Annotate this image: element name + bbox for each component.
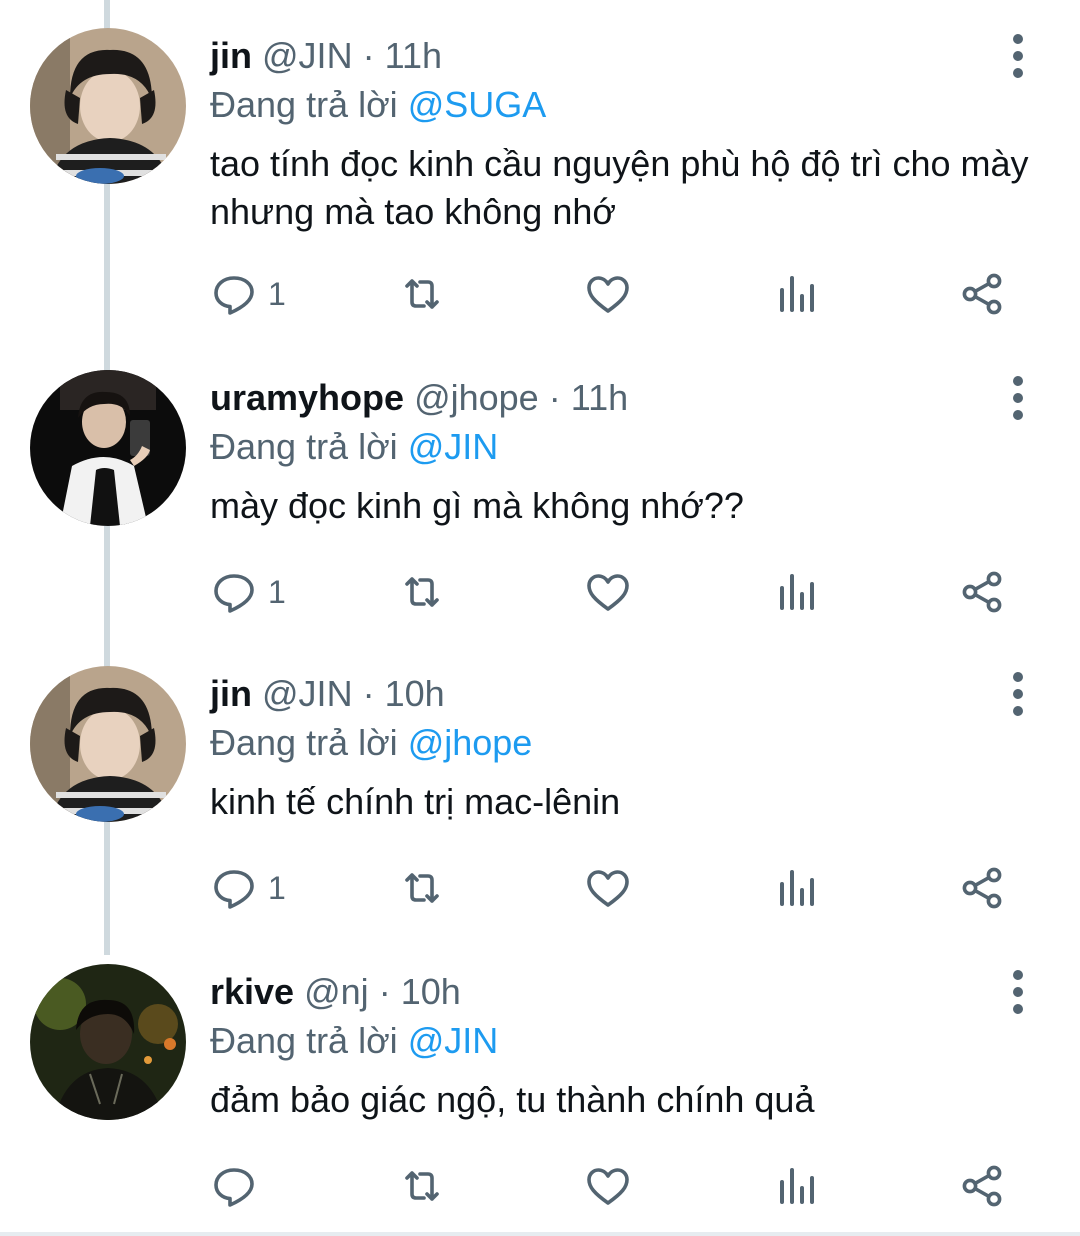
like-button[interactable]	[584, 562, 632, 622]
analytics-button[interactable]	[772, 1156, 820, 1216]
tweet-text: tao tính đọc kinh cầu nguyện phù hộ độ t…	[210, 143, 1029, 232]
retweet-button[interactable]	[398, 562, 446, 622]
avatar[interactable]	[30, 28, 186, 184]
reply-button[interactable]	[210, 1156, 268, 1216]
tweet-header: jin @JIN · 10h	[210, 666, 445, 722]
action-bar: 1	[0, 858, 1080, 918]
analytics-button[interactable]	[772, 562, 820, 622]
tweet-header: uramyhope @jhope · 11h	[210, 370, 628, 426]
reply-icon	[214, 276, 254, 315]
mention-link[interactable]: @jhope	[408, 722, 533, 763]
mention-link[interactable]: @JIN	[408, 1020, 499, 1061]
reply-count: 1	[268, 275, 286, 312]
retweet-icon	[405, 279, 439, 309]
retweet-button[interactable]	[398, 858, 446, 918]
action-bar	[0, 1156, 1080, 1216]
mention-link[interactable]: @JIN	[408, 426, 499, 467]
tweet-text: đảm bảo giác ngộ, tu thành chính quả	[210, 1079, 815, 1120]
timestamp[interactable]: 11h	[385, 35, 442, 76]
replying-to-label: Đang trả lời	[210, 426, 398, 467]
more-options-icon[interactable]	[998, 376, 1038, 420]
tweet-header: jin @JIN · 11h	[210, 28, 442, 84]
like-icon	[587, 574, 629, 611]
avatar[interactable]	[30, 964, 186, 1120]
separator-dot: ·	[378, 971, 391, 1012]
reply-count: 1	[268, 869, 286, 906]
avatar[interactable]	[30, 666, 186, 822]
share-icon	[962, 571, 1002, 613]
share-button[interactable]	[958, 858, 1006, 918]
replying-to: Đang trả lời @JIN	[210, 1016, 498, 1066]
like-icon	[587, 870, 629, 907]
like-icon	[587, 276, 629, 313]
like-button[interactable]	[584, 858, 632, 918]
like-button[interactable]	[584, 1156, 632, 1216]
analytics-icon	[780, 276, 814, 312]
action-bar: 1	[0, 264, 1080, 324]
share-button[interactable]	[958, 1156, 1006, 1216]
replying-to-label: Đang trả lời	[210, 722, 398, 763]
timestamp[interactable]: 10h	[385, 673, 445, 714]
analytics-icon	[780, 870, 814, 906]
retweet-button[interactable]	[398, 264, 446, 324]
retweet-button[interactable]	[398, 1156, 446, 1216]
user-handle[interactable]: @JIN	[262, 673, 353, 714]
replying-to-label: Đang trả lời	[210, 84, 398, 125]
display-name[interactable]: uramyhope	[210, 377, 404, 418]
retweet-icon	[405, 1171, 439, 1201]
share-icon	[962, 867, 1002, 909]
analytics-button[interactable]	[772, 858, 820, 918]
retweet-icon	[405, 577, 439, 607]
separator-dot: ·	[362, 35, 375, 76]
tweet-text: mày đọc kinh gì mà không nhớ??	[210, 485, 744, 526]
display-name[interactable]: rkive	[210, 971, 294, 1012]
more-options-icon[interactable]	[998, 970, 1038, 1014]
analytics-icon	[780, 1168, 814, 1204]
replying-to: Đang trả lời @JIN	[210, 422, 498, 472]
replying-to: Đang trả lời @jhope	[210, 718, 532, 768]
like-icon	[587, 1168, 629, 1205]
display-name[interactable]: jin	[210, 673, 252, 714]
separator-dot: ·	[362, 673, 375, 714]
timestamp[interactable]: 10h	[401, 971, 461, 1012]
analytics-icon	[780, 574, 814, 610]
action-bar: 1	[0, 562, 1080, 622]
user-handle[interactable]: @jhope	[414, 377, 539, 418]
share-button[interactable]	[958, 562, 1006, 622]
user-handle[interactable]: @JIN	[262, 35, 353, 76]
reply-button[interactable]: 1	[210, 858, 286, 918]
share-button[interactable]	[958, 264, 1006, 324]
separator-dot: ·	[548, 377, 561, 418]
more-options-icon[interactable]	[998, 34, 1038, 78]
like-button[interactable]	[584, 264, 632, 324]
tweet-header: rkive @nj · 10h	[210, 964, 461, 1020]
more-options-icon[interactable]	[998, 672, 1038, 716]
share-icon	[962, 273, 1002, 315]
reply-button[interactable]: 1	[210, 562, 286, 622]
divider	[0, 1232, 1080, 1236]
tweet-text: kinh tế chính trị mac-lênin	[210, 781, 621, 822]
reply-count: 1	[268, 573, 286, 610]
replying-to: Đang trả lời @SUGA	[210, 80, 546, 130]
reply-button[interactable]: 1	[210, 264, 286, 324]
avatar[interactable]	[30, 370, 186, 526]
timestamp[interactable]: 11h	[571, 377, 628, 418]
retweet-icon	[405, 873, 439, 903]
display-name[interactable]: jin	[210, 35, 252, 76]
replying-to-label: Đang trả lời	[210, 1020, 398, 1061]
reply-icon	[214, 1168, 254, 1207]
analytics-button[interactable]	[772, 264, 820, 324]
reply-icon	[214, 870, 254, 909]
user-handle[interactable]: @nj	[304, 971, 369, 1012]
share-icon	[962, 1165, 1002, 1207]
mention-link[interactable]: @SUGA	[408, 84, 547, 125]
reply-icon	[214, 574, 254, 613]
